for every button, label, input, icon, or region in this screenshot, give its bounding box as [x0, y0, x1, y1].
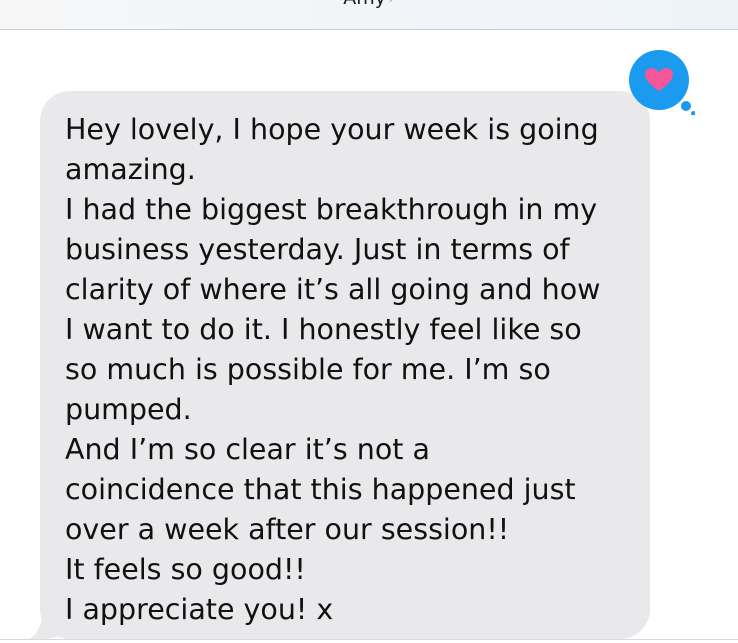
divider [0, 639, 738, 640]
message-thread: Hey lovely, I hope your week is going ama… [0, 30, 738, 643]
message-line: clarity of where it’s all going and how [65, 273, 601, 306]
message-line: And I’m so clear it’s not a [65, 433, 430, 466]
message-line: I appreciate you! x [65, 593, 334, 626]
message-line: Hey lovely, I hope your week is going [65, 113, 599, 146]
message-line: business yesterday. Just in terms of [65, 233, 570, 266]
message-line: I had the biggest breakthrough in my [65, 193, 598, 226]
contact-name: Amy [343, 0, 386, 9]
message-line: so much is possible for me. I’m so [65, 353, 551, 386]
chevron-right-icon: › [388, 0, 395, 9]
message-bubble[interactable]: Hey lovely, I hope your week is going ama… [40, 91, 650, 639]
contact-name-button[interactable]: Amy› [0, 0, 738, 9]
message-line: It feels so good!! [65, 553, 306, 586]
message-text: Hey lovely, I hope your week is going ama… [65, 110, 646, 630]
message-line: pumped. [65, 393, 192, 426]
conversation-header: Amy› [0, 0, 738, 30]
message-line: coincidence that this happened just [65, 473, 576, 506]
message-line: amazing. [65, 153, 196, 186]
message-line: over a week after our session!! [65, 513, 510, 546]
message-line: I want to do it. I honestly feel like so [65, 313, 582, 346]
tapback-reaction[interactable] [627, 47, 695, 115]
